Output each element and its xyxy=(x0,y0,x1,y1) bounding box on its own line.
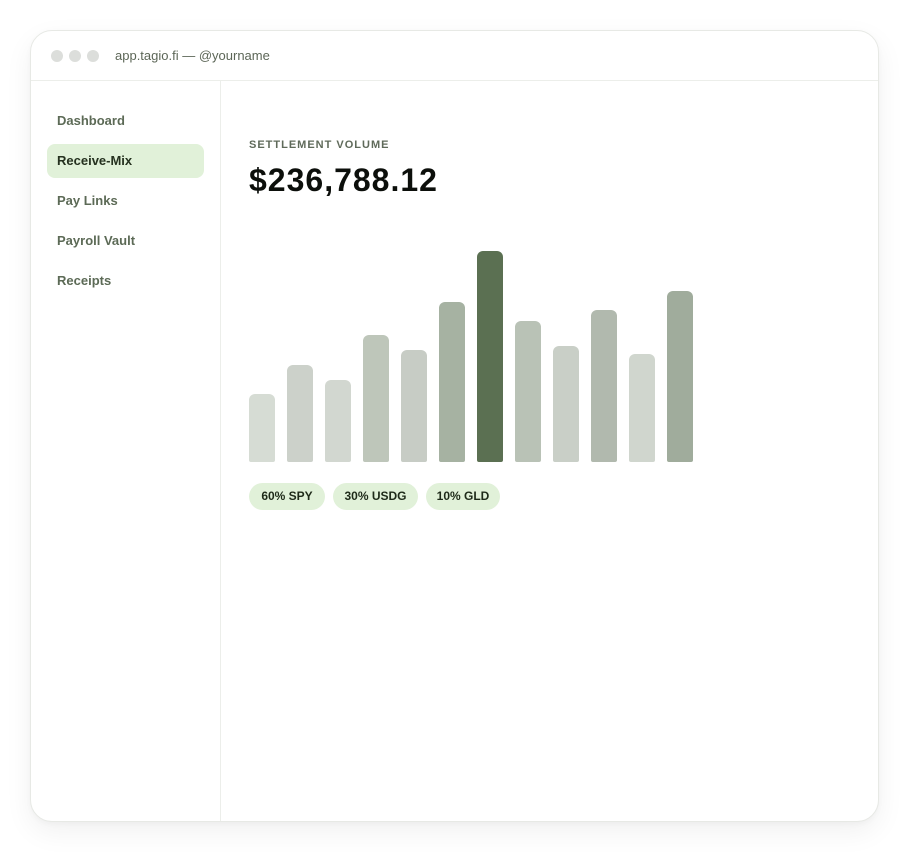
sidebar: Dashboard Receive-Mix Pay Links Payroll … xyxy=(31,81,221,821)
settlement-volume-label: SETTLEMENT VOLUME xyxy=(249,139,390,151)
sidebar-item-payroll-vault[interactable]: Payroll Vault xyxy=(47,224,204,258)
sidebar-item-dashboard[interactable]: Dashboard xyxy=(47,104,204,138)
chart-bar xyxy=(325,380,351,462)
chart-bar xyxy=(629,354,655,462)
sidebar-item-receipts[interactable]: Receipts xyxy=(47,264,204,298)
app-window: app.tagio.fi — @yourname Dashboard Recei… xyxy=(30,30,879,822)
chip-spy: 60% SPY xyxy=(249,483,325,510)
chart-bar xyxy=(249,394,275,462)
window-maximize-dot[interactable] xyxy=(87,50,99,62)
chart-bar xyxy=(591,310,617,462)
chart-bar xyxy=(401,350,427,462)
sidebar-item-pay-links[interactable]: Pay Links xyxy=(47,184,204,218)
chart-bar xyxy=(515,321,541,462)
chart-bar xyxy=(439,302,465,462)
window-close-dot[interactable] xyxy=(51,50,63,62)
window-minimize-dot[interactable] xyxy=(69,50,81,62)
chart-bar xyxy=(287,365,313,462)
title-bar: app.tagio.fi — @yourname xyxy=(31,31,878,81)
settlement-amount: $236,788.12 xyxy=(249,162,438,198)
main-panel: SETTLEMENT VOLUME $236,788.12 60% SPY 30… xyxy=(222,81,878,821)
chart-bar xyxy=(553,346,579,462)
address-label: app.tagio.fi — @yourname xyxy=(115,48,270,63)
chip-usdg: 30% USDG xyxy=(333,483,418,510)
chip-gld: 10% GLD xyxy=(426,483,500,510)
chart-bar xyxy=(477,251,503,462)
sidebar-item-receive-mix[interactable]: Receive-Mix xyxy=(47,144,204,178)
chart-bar xyxy=(363,335,389,462)
settlement-bar-chart xyxy=(249,217,709,462)
chart-bar xyxy=(667,291,693,462)
